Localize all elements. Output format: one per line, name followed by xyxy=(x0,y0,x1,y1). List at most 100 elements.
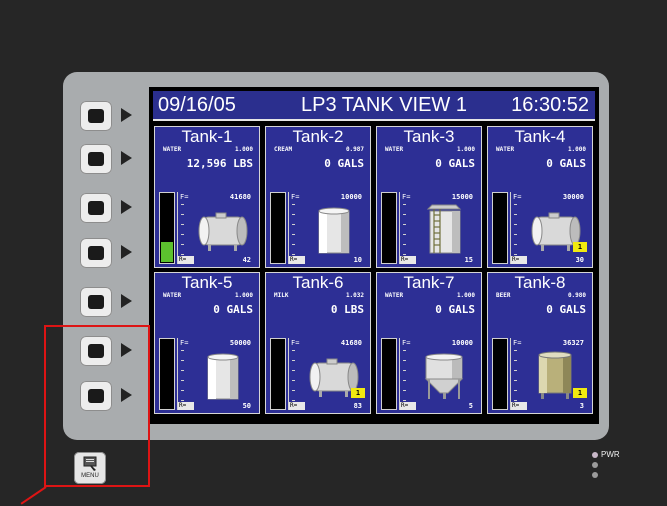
highlight-box xyxy=(44,325,150,487)
scale-tick xyxy=(403,360,406,361)
tank-name: Tank-4 xyxy=(514,127,566,146)
status-led xyxy=(592,472,598,478)
f-label: F= xyxy=(402,193,411,201)
r-value: 15 xyxy=(464,256,473,264)
level-bar xyxy=(270,192,286,264)
softkey-4[interactable] xyxy=(80,238,112,268)
scale-tick xyxy=(292,214,295,215)
product-name: WATER xyxy=(385,292,404,299)
scale-tick xyxy=(181,350,184,351)
scale-tick xyxy=(514,390,517,391)
tank-tile[interactable]: Tank-2 CREAM 0.987 0 GALS F= 10000 R= 10 xyxy=(265,126,371,268)
scale-tick xyxy=(292,350,295,351)
tank-frame: F= 10000 R= 10 xyxy=(288,192,368,264)
tank-frame: F= 41680 1 R= 83 xyxy=(288,338,368,410)
r-label: R= xyxy=(511,256,527,264)
scale-tick xyxy=(292,360,295,361)
tank-tile[interactable]: Tank-8 BEER 0.980 0 GALS F= 36327 1 R= 3 xyxy=(487,272,593,414)
product-factor: 1.000 xyxy=(456,146,475,153)
softkey-5[interactable] xyxy=(80,287,112,317)
power-led xyxy=(592,452,598,458)
f-value: 30000 xyxy=(562,193,584,201)
r-value: 83 xyxy=(353,402,362,410)
scale-tick xyxy=(403,214,406,215)
power-label: PWR xyxy=(601,450,620,459)
softkey-1[interactable] xyxy=(80,101,112,131)
arrow-right-icon xyxy=(121,294,132,308)
f-label: F= xyxy=(180,193,189,201)
r-value: 42 xyxy=(242,256,251,264)
tank-tile[interactable]: Tank-4 WATER 1.000 0 GALS F= 30000 1 R= 30 xyxy=(487,126,593,268)
softkey-face xyxy=(88,246,104,260)
tank-name: Tank-2 xyxy=(292,127,344,146)
scale-tick xyxy=(181,214,184,215)
f-label: F= xyxy=(291,339,300,347)
scale-tick xyxy=(403,370,406,371)
tank-amount: 12,596 LBS xyxy=(186,157,253,170)
alarm-flag: 1 xyxy=(573,388,587,398)
level-bar xyxy=(381,192,397,264)
scale-tick xyxy=(514,244,517,245)
alarm-flag: 1 xyxy=(351,388,365,398)
level-bar xyxy=(381,338,397,410)
arrow-right-icon xyxy=(121,151,132,165)
r-label: R= xyxy=(289,402,305,410)
f-value: 10000 xyxy=(340,193,362,201)
scale-tick xyxy=(514,350,517,351)
cone-tank-icon xyxy=(416,349,472,401)
scale-tick xyxy=(292,204,295,205)
r-label: R= xyxy=(289,256,305,264)
softkey-2[interactable] xyxy=(80,144,112,174)
scale-tick xyxy=(514,204,517,205)
display-screen: 09/16/05 LP3 TANK VIEW 1 16:30:52 Tank-1… xyxy=(149,87,599,424)
product-factor: 0.987 xyxy=(345,146,364,153)
product-factor: 1.000 xyxy=(234,292,253,299)
level-bar xyxy=(159,338,175,410)
tank-frame: F= 15000 R= 15 xyxy=(399,192,479,264)
f-value: 41680 xyxy=(340,339,362,347)
vertical-tank-icon xyxy=(194,349,250,401)
product-name: CREAM xyxy=(274,146,293,153)
tank-amount: 0 GALS xyxy=(546,303,586,316)
softkey-3[interactable] xyxy=(80,193,112,223)
tank-tile[interactable]: Tank-1 WATER 1.000 12,596 LBS F= 41680 R= 42 xyxy=(154,126,260,268)
scale-tick xyxy=(403,400,406,401)
r-label: R= xyxy=(400,256,416,264)
status-led xyxy=(592,462,598,468)
product-name: MILK xyxy=(274,292,289,299)
tank-amount: 0 GALS xyxy=(435,157,475,170)
f-value: 10000 xyxy=(451,339,473,347)
scale-tick xyxy=(181,244,184,245)
level-fill xyxy=(161,242,173,262)
f-value: 36327 xyxy=(562,339,584,347)
scale-tick xyxy=(403,224,406,225)
r-value: 5 xyxy=(468,402,473,410)
scale-tick xyxy=(181,390,184,391)
arrow-right-icon xyxy=(121,245,132,259)
tank-tile[interactable]: Tank-3 WATER 1.000 0 GALS F= 15000 R= 15 xyxy=(376,126,482,268)
tank-name: Tank-1 xyxy=(181,127,233,146)
tank-tile[interactable]: Tank-5 WATER 1.000 0 GALS F= 50000 R= 50 xyxy=(154,272,260,414)
tank-name: Tank-8 xyxy=(514,273,566,292)
scale-tick xyxy=(514,254,517,255)
tank-tile[interactable]: Tank-7 WATER 1.000 0 GALS F= 10000 R= 5 xyxy=(376,272,482,414)
r-value: 30 xyxy=(575,256,584,264)
tank-amount: 0 GALS xyxy=(213,303,253,316)
scale-tick xyxy=(403,390,406,391)
time-display: 16:30:52 xyxy=(511,94,589,116)
tank-amount: 0 GALS xyxy=(324,157,364,170)
scale-tick xyxy=(514,380,517,381)
tank-tile[interactable]: Tank-6 MILK 1.032 0 LBS F= 41680 1 R= 83 xyxy=(265,272,371,414)
scale-tick xyxy=(292,390,295,391)
f-value: 41680 xyxy=(229,193,251,201)
highlight-pointer xyxy=(20,486,47,505)
level-bar xyxy=(492,338,508,410)
operator-panel: 09/16/05 LP3 TANK VIEW 1 16:30:52 Tank-1… xyxy=(0,0,667,506)
tank-frame: F= 50000 R= 50 xyxy=(177,338,257,410)
r-value: 50 xyxy=(242,402,251,410)
arrow-right-icon xyxy=(121,200,132,214)
scale-tick xyxy=(403,380,406,381)
scale-tick xyxy=(181,360,184,361)
tank-frame: F= 10000 R= 5 xyxy=(399,338,479,410)
f-label: F= xyxy=(402,339,411,347)
